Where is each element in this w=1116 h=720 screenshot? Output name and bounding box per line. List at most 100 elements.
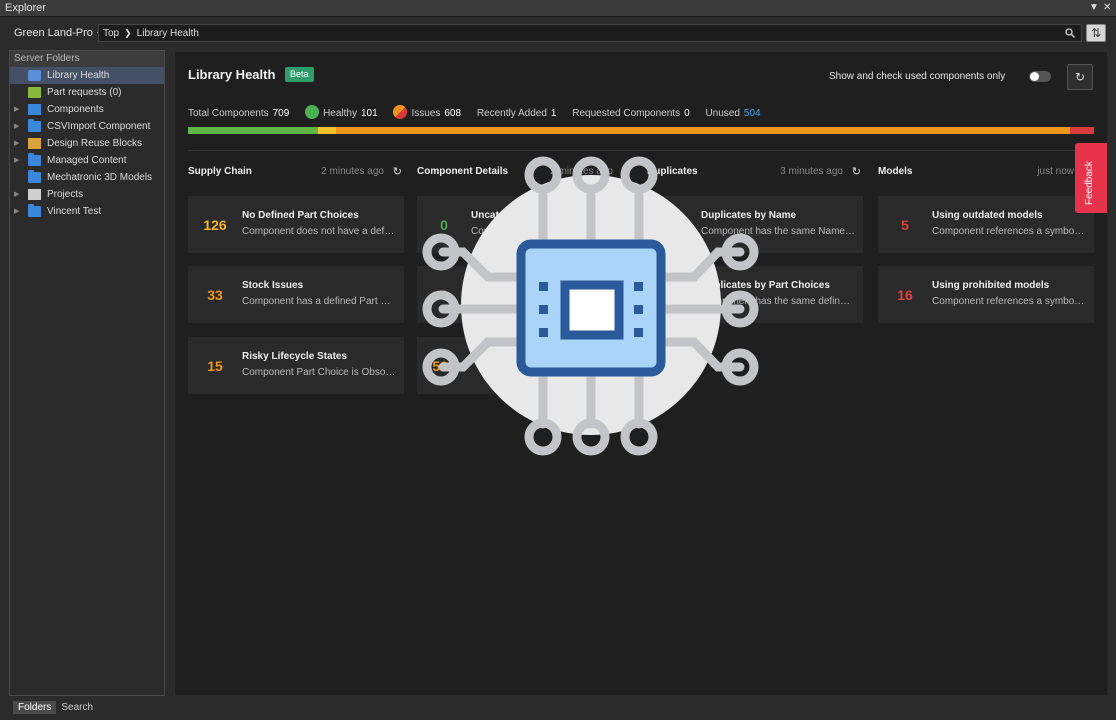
refresh-icon[interactable]: ↻ xyxy=(852,165,861,178)
refresh-icon[interactable]: ↻ xyxy=(393,165,402,178)
column-title: Models xyxy=(878,166,913,177)
breadcrumb-top[interactable]: Top xyxy=(103,28,119,39)
health-bar-segment xyxy=(188,127,318,134)
expand-arrow-icon[interactable]: ▶ xyxy=(14,190,19,198)
column-title: Supply Chain xyxy=(188,166,252,177)
total-value: 709 xyxy=(272,108,290,119)
sidebar-item[interactable]: ▶ Projects xyxy=(10,186,164,203)
card-count: 16 xyxy=(897,287,913,303)
components-icon xyxy=(28,104,41,115)
card-title: No Defined Part Choices xyxy=(242,210,359,221)
sidebar-item-label: Projects xyxy=(47,189,84,200)
expand-arrow-icon[interactable]: ▶ xyxy=(14,156,19,164)
sidebar-item[interactable]: ▶ Vincent Test xyxy=(10,203,164,220)
card-title: Using outdated models xyxy=(932,210,1043,221)
sidebar-item-label: Library Health xyxy=(47,70,110,81)
sync-button[interactable]: ⇅ xyxy=(1086,24,1106,42)
sidebar-item[interactable]: ▶ CSVImport Component xyxy=(10,118,164,135)
total-label: Total Components xyxy=(188,108,269,119)
sync-icon: ⇅ xyxy=(1090,26,1102,40)
issues-value: 608 xyxy=(444,108,462,119)
page-title: Library Health xyxy=(188,67,276,82)
sidebar-item-label: Mechatronic 3D Models xyxy=(47,172,153,183)
window-title: Explorer xyxy=(5,2,46,14)
recent-value: 1 xyxy=(550,108,557,119)
card-description: Component has a defined Part Choice with… xyxy=(242,296,396,307)
panel-menu-icon[interactable]: ▼ xyxy=(1089,2,1099,13)
chevron-right-icon: ❯ xyxy=(124,28,132,38)
sidebar-item-label: Managed Content xyxy=(47,155,127,166)
sidebar-item[interactable]: ▶ Components xyxy=(10,101,164,118)
healthy-icon xyxy=(305,105,320,119)
sidebar-item[interactable]: Library Health xyxy=(10,67,164,84)
card-count: 15 xyxy=(207,358,223,374)
expand-arrow-icon[interactable]: ▶ xyxy=(14,105,19,113)
issues-label: Issues xyxy=(411,108,441,119)
card-count: 33 xyxy=(207,287,223,303)
folder-icon xyxy=(28,119,41,132)
sidebar-item-label: CSVImport Component xyxy=(47,121,151,132)
card-count: 5 xyxy=(901,217,909,233)
used-components-label: Show and check used components only xyxy=(829,71,1006,82)
library-health-icon xyxy=(28,70,41,81)
issues-icon xyxy=(393,105,408,119)
expand-arrow-icon[interactable]: ▶ xyxy=(14,207,19,215)
path-input[interactable]: Top ❯ Library Health xyxy=(98,24,1082,42)
used-components-toggle[interactable] xyxy=(1029,71,1051,82)
tab-search[interactable]: Search xyxy=(56,701,99,714)
feedback-button[interactable]: Feedback xyxy=(1075,143,1107,213)
healthy-label: Healthy xyxy=(323,108,357,119)
sidebar-item[interactable]: Mechatronic 3D Models xyxy=(10,169,164,186)
unused-value[interactable]: 504 xyxy=(744,108,761,119)
card-description: Component does not have a defined Part C… xyxy=(242,226,396,237)
card-title: Using prohibited models xyxy=(932,280,1050,291)
server-folders-panel: Server Folders Library Health Part reques… xyxy=(9,50,165,696)
expand-arrow-icon[interactable]: ▶ xyxy=(14,139,19,147)
sidebar-tabs: Folders Search xyxy=(13,697,99,714)
chip-loading-icon xyxy=(422,156,759,456)
title-bar: Explorer ▼ ✕ xyxy=(0,0,1116,17)
requested-value: 0 xyxy=(684,108,690,119)
reuse-blocks-icon xyxy=(28,138,41,149)
sidebar-item-label: Part requests (0) xyxy=(47,87,122,98)
card-description: Component references a symbol or footpri… xyxy=(932,296,1086,307)
folder-tree: Library Health Part requests (0) ▶ Componen… xyxy=(10,67,164,220)
folder-icon xyxy=(28,204,41,217)
sidebar-item-label: Components xyxy=(47,104,104,115)
sidebar-item[interactable]: ▶ Design Reuse Blocks xyxy=(10,135,164,152)
server-name: Green Land-Pro xyxy=(14,27,93,39)
part-request-icon xyxy=(28,87,41,98)
health-card[interactable]: 5 Using outdated models Component referenc… xyxy=(878,196,1094,253)
card-title: Stock Issues xyxy=(242,280,304,291)
refresh-button[interactable]: ↻ xyxy=(1067,64,1093,90)
server-selector[interactable]: Green Land-Pro▼ xyxy=(14,27,103,39)
health-card[interactable]: 126 No Defined Part Choices Component does… xyxy=(188,196,404,253)
recent-label: Recently Added xyxy=(476,108,547,119)
divider xyxy=(188,150,1094,151)
feedback-label: Feedback xyxy=(1084,161,1095,205)
toggle-knob xyxy=(1030,72,1039,81)
card-count: 126 xyxy=(203,217,227,233)
health-bar-segment xyxy=(317,127,336,134)
search-icon[interactable] xyxy=(1065,28,1075,38)
column-timestamp: just now xyxy=(1037,166,1074,177)
health-bar xyxy=(188,127,1094,134)
column-timestamp: 2 minutes ago xyxy=(321,166,384,177)
tab-folders[interactable]: Folders xyxy=(13,701,57,714)
sidebar-item[interactable]: Part requests (0) xyxy=(10,84,164,101)
summary-stats: Total Components 709 Healthy 101 Issues 608… xyxy=(188,105,774,119)
health-card[interactable]: 16 Using prohibited models Component refer… xyxy=(878,266,1094,323)
health-card[interactable]: 15 Risky Lifecycle States Component Part C… xyxy=(188,337,404,394)
card-description: Component references a symbol or footpri… xyxy=(932,226,1086,237)
health-bar-segment xyxy=(1069,127,1094,134)
folder-icon xyxy=(28,170,41,183)
close-icon[interactable]: ✕ xyxy=(1103,2,1111,13)
server-folders-header: Server Folders xyxy=(10,51,164,67)
health-card[interactable]: 33 Stock Issues Component has a defined Pa… xyxy=(188,266,404,323)
sidebar-item[interactable]: ▶ Managed Content xyxy=(10,152,164,169)
card-description: Component Part Choice is Obsolete xyxy=(242,367,396,378)
refresh-icon: ↻ xyxy=(1074,70,1086,84)
beta-badge: Beta xyxy=(285,67,314,82)
breadcrumb-library-health[interactable]: Library Health xyxy=(137,28,199,39)
expand-arrow-icon[interactable]: ▶ xyxy=(14,122,19,130)
